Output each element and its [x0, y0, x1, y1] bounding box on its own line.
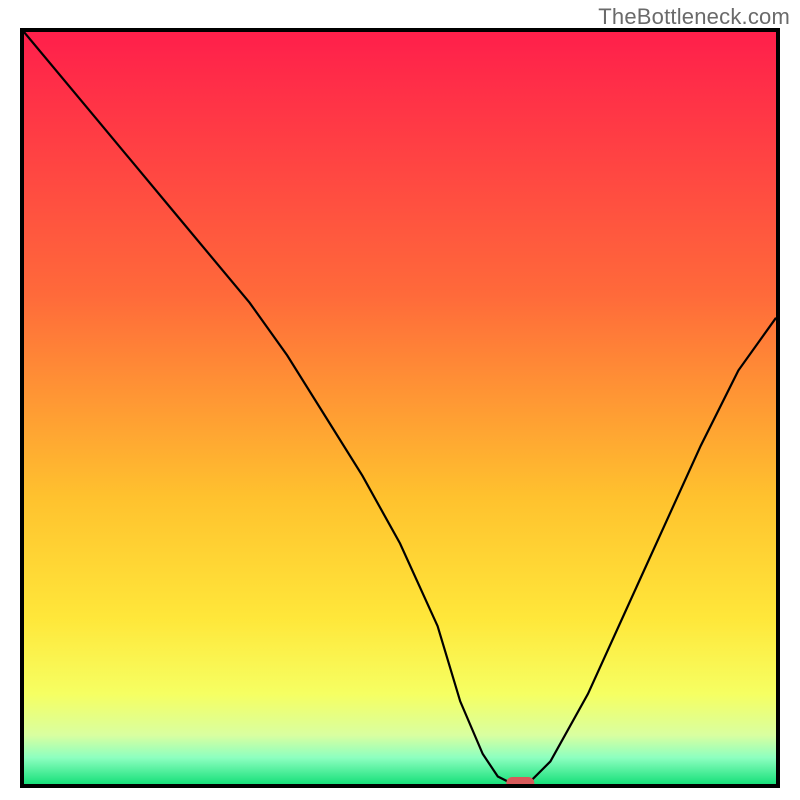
gradient-background [24, 32, 776, 784]
plot-area [20, 28, 780, 788]
chart-container: TheBottleneck.com [0, 0, 800, 800]
watermark-text: TheBottleneck.com [598, 4, 790, 30]
optimal-marker [506, 777, 534, 784]
plot-svg [24, 32, 776, 784]
